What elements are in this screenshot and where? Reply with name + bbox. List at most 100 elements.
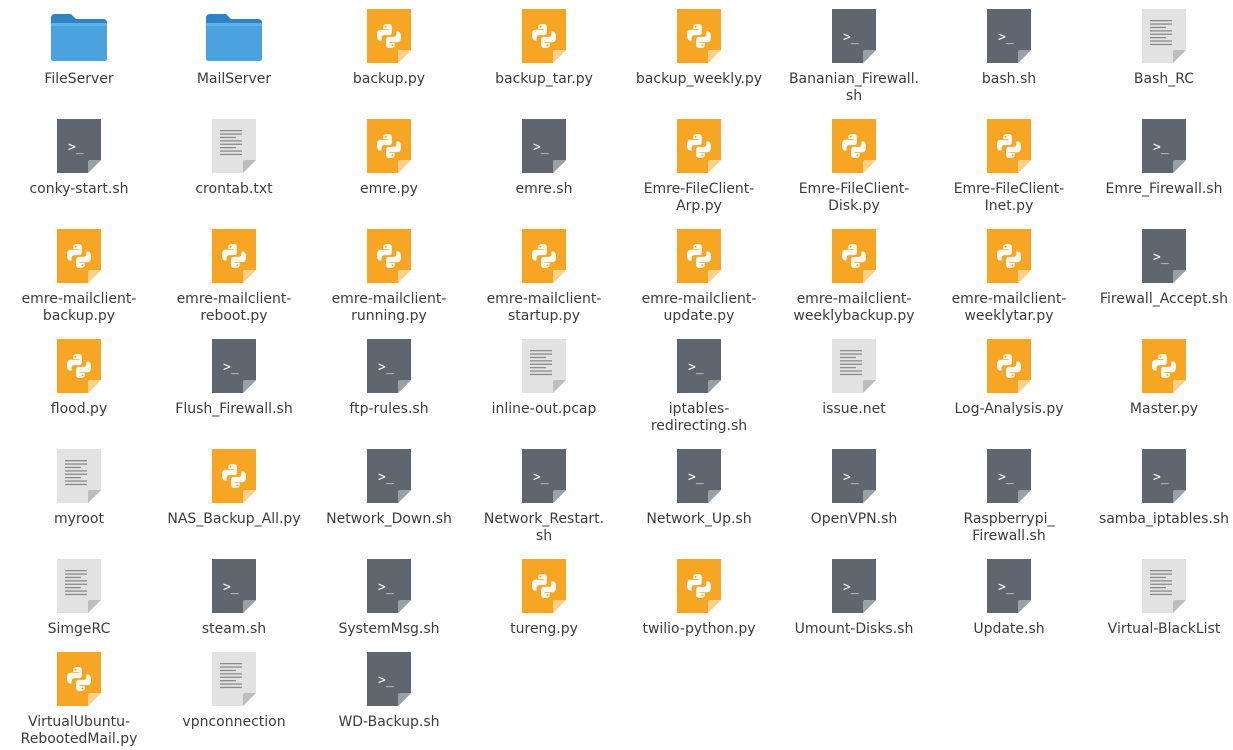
text-file-icon <box>210 118 258 174</box>
file-item[interactable]: backup_tar.py <box>469 2 619 110</box>
file-item[interactable]: Bash_RC <box>1089 2 1233 110</box>
file-item[interactable]: emre-mailclient- weeklytar.py <box>934 222 1084 330</box>
file-name-label: inline-out.pcap <box>491 401 597 417</box>
file-item[interactable]: >_ Network_Up.sh <box>624 442 774 550</box>
file-item[interactable]: >_ emre.sh <box>469 112 619 220</box>
file-item[interactable]: inline-out.pcap <box>469 332 619 440</box>
python-file-icon <box>365 228 413 284</box>
svg-text:>_: >_ <box>68 140 84 155</box>
file-name-label: backup_tar.py <box>495 71 593 87</box>
file-item[interactable]: >_ iptables- redirecting.sh <box>624 332 774 440</box>
file-item[interactable]: issue.net <box>779 332 929 440</box>
svg-text:>_: >_ <box>223 580 239 595</box>
file-name-label: Bash_RC <box>1133 71 1195 87</box>
file-item[interactable]: Master.py <box>1089 332 1233 440</box>
python-file-icon <box>985 338 1033 394</box>
svg-text:>_: >_ <box>223 360 239 375</box>
folder-icon <box>206 8 262 64</box>
file-item[interactable]: emre.py <box>314 112 464 220</box>
svg-text:>_: >_ <box>843 470 859 485</box>
file-item[interactable]: >_ ftp-rules.sh <box>314 332 464 440</box>
shell-script-icon: >_ <box>830 8 878 64</box>
file-item[interactable]: >_ Network_Restart. sh <box>469 442 619 550</box>
file-item[interactable]: backup_weekly.py <box>624 2 774 110</box>
file-item[interactable]: VirtualUbuntu- RebootedMail.py <box>4 645 154 750</box>
svg-text:>_: >_ <box>533 470 549 485</box>
file-item[interactable]: >_ Bananian_Firewall. sh <box>779 2 929 110</box>
python-file-icon <box>985 228 1033 284</box>
file-item[interactable]: flood.py <box>4 332 154 440</box>
file-item[interactable]: Log-Analysis.py <box>934 332 1084 440</box>
file-name-label: emre.sh <box>515 181 573 197</box>
file-item[interactable]: >_ conky-start.sh <box>4 112 154 220</box>
text-file-icon <box>1140 558 1188 614</box>
python-file-icon <box>365 8 413 64</box>
file-item[interactable]: tureng.py <box>469 552 619 660</box>
file-item[interactable]: Emre-FileClient- Arp.py <box>624 112 774 220</box>
file-name-label: backup.py <box>352 71 426 87</box>
file-item[interactable]: crontab.txt <box>159 112 309 220</box>
file-item[interactable]: >_ WD-Backup.sh <box>314 645 464 750</box>
file-item[interactable]: emre-mailclient- weeklybackup.py <box>779 222 929 330</box>
svg-text:>_: >_ <box>378 580 394 595</box>
file-name-label: iptables- redirecting.sh <box>650 401 748 434</box>
file-item[interactable]: >_ steam.sh <box>159 552 309 660</box>
file-item[interactable]: >_ OpenVPN.sh <box>779 442 929 550</box>
file-item[interactable]: >_ Flush_Firewall.sh <box>159 332 309 440</box>
file-item[interactable]: >_ Network_Down.sh <box>314 442 464 550</box>
file-item[interactable]: vpnconnection <box>159 645 309 750</box>
text-file-icon <box>1140 8 1188 64</box>
file-item[interactable]: emre-mailclient- running.py <box>314 222 464 330</box>
file-item[interactable]: MailServer <box>159 2 309 110</box>
file-item[interactable]: >_ samba_iptables.sh <box>1089 442 1233 550</box>
file-item[interactable]: emre-mailclient- update.py <box>624 222 774 330</box>
file-item[interactable]: FileServer <box>4 2 154 110</box>
text-file-icon <box>830 338 878 394</box>
python-file-icon <box>675 228 723 284</box>
svg-text:>_: >_ <box>1153 140 1169 155</box>
file-item[interactable]: myroot <box>4 442 154 550</box>
python-file-icon <box>55 651 103 707</box>
svg-text:>_: >_ <box>998 470 1014 485</box>
file-name-label: emre-mailclient- update.py <box>641 291 757 324</box>
file-item[interactable]: emre-mailclient- reboot.py <box>159 222 309 330</box>
file-item[interactable]: Emre-FileClient- Disk.py <box>779 112 929 220</box>
python-file-icon <box>985 118 1033 174</box>
file-item[interactable]: >_ SystemMsg.sh <box>314 552 464 660</box>
shell-script-icon: >_ <box>985 448 1033 504</box>
file-item[interactable]: >_ Umount-Disks.sh <box>779 552 929 660</box>
svg-text:>_: >_ <box>1153 470 1169 485</box>
text-file-icon <box>55 558 103 614</box>
file-item[interactable]: twilio-python.py <box>624 552 774 660</box>
python-file-icon <box>830 118 878 174</box>
folder-icon <box>51 8 107 64</box>
shell-script-icon: >_ <box>210 558 258 614</box>
svg-text:>_: >_ <box>843 30 859 45</box>
file-item[interactable]: >_ Update.sh <box>934 552 1084 660</box>
python-file-icon <box>520 228 568 284</box>
shell-script-icon: >_ <box>365 558 413 614</box>
file-item[interactable]: Emre-FileClient- Inet.py <box>934 112 1084 220</box>
file-name-label: Emre-FileClient- Arp.py <box>643 181 755 214</box>
shell-script-icon: >_ <box>365 448 413 504</box>
file-item[interactable]: SimgeRC <box>4 552 154 660</box>
file-item[interactable]: emre-mailclient- startup.py <box>469 222 619 330</box>
python-file-icon <box>675 558 723 614</box>
python-file-icon <box>675 118 723 174</box>
file-item[interactable]: >_ Raspberrypi_ Firewall.sh <box>934 442 1084 550</box>
svg-text:>_: >_ <box>533 140 549 155</box>
file-item[interactable]: Virtual-BlackList <box>1089 552 1233 660</box>
file-item[interactable]: >_ Emre_Firewall.sh <box>1089 112 1233 220</box>
file-item[interactable]: emre-mailclient- backup.py <box>4 222 154 330</box>
shell-script-icon: >_ <box>1140 448 1188 504</box>
file-item[interactable]: >_ Firewall_Accept.sh <box>1089 222 1233 330</box>
file-name-label: emre-mailclient- backup.py <box>21 291 137 324</box>
file-name-label: crontab.txt <box>195 181 273 197</box>
file-name-label: twilio-python.py <box>642 621 756 637</box>
svg-text:>_: >_ <box>378 360 394 375</box>
file-item[interactable]: backup.py <box>314 2 464 110</box>
svg-text:>_: >_ <box>998 580 1014 595</box>
file-item[interactable]: >_ bash.sh <box>934 2 1084 110</box>
shell-script-icon: >_ <box>1140 228 1188 284</box>
file-item[interactable]: NAS_Backup_All.py <box>159 442 309 550</box>
